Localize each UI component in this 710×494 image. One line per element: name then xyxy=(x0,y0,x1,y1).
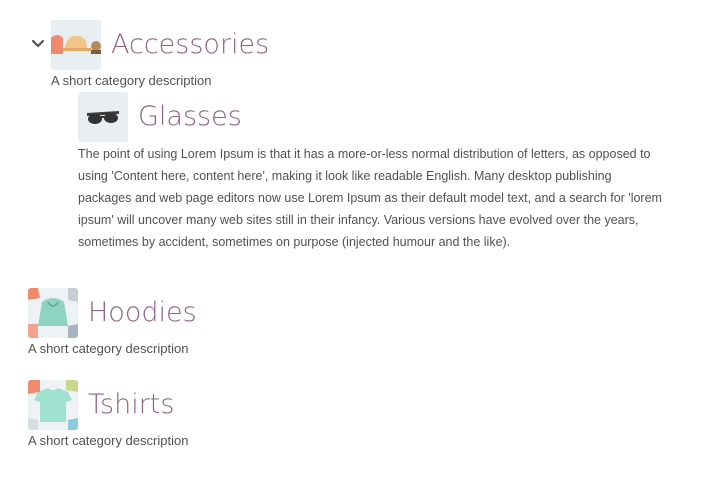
accessories-thumbnail[interactable] xyxy=(51,20,101,70)
tshirts-thumbnail[interactable] xyxy=(28,380,78,430)
accessories-description: A short category description xyxy=(51,73,212,88)
chevron-down-icon[interactable] xyxy=(30,36,46,52)
glasses-description: The point of using Lorem Ipsum is that i… xyxy=(78,147,662,249)
glasses-thumbnail[interactable] xyxy=(78,92,128,142)
hoodies-description: A short category description xyxy=(28,341,189,356)
hoodies-thumbnail[interactable] xyxy=(28,288,78,338)
tshirts-title-link[interactable]: Tshirts xyxy=(88,389,174,421)
glasses-title-link[interactable]: Glasses xyxy=(138,101,242,133)
category-list: Accessories A short category description… xyxy=(0,0,710,494)
tshirts-description: A short category description xyxy=(28,433,189,448)
hoodies-title-link[interactable]: Hoodies xyxy=(88,297,197,329)
accessories-title-link[interactable]: Accessories xyxy=(111,29,269,61)
